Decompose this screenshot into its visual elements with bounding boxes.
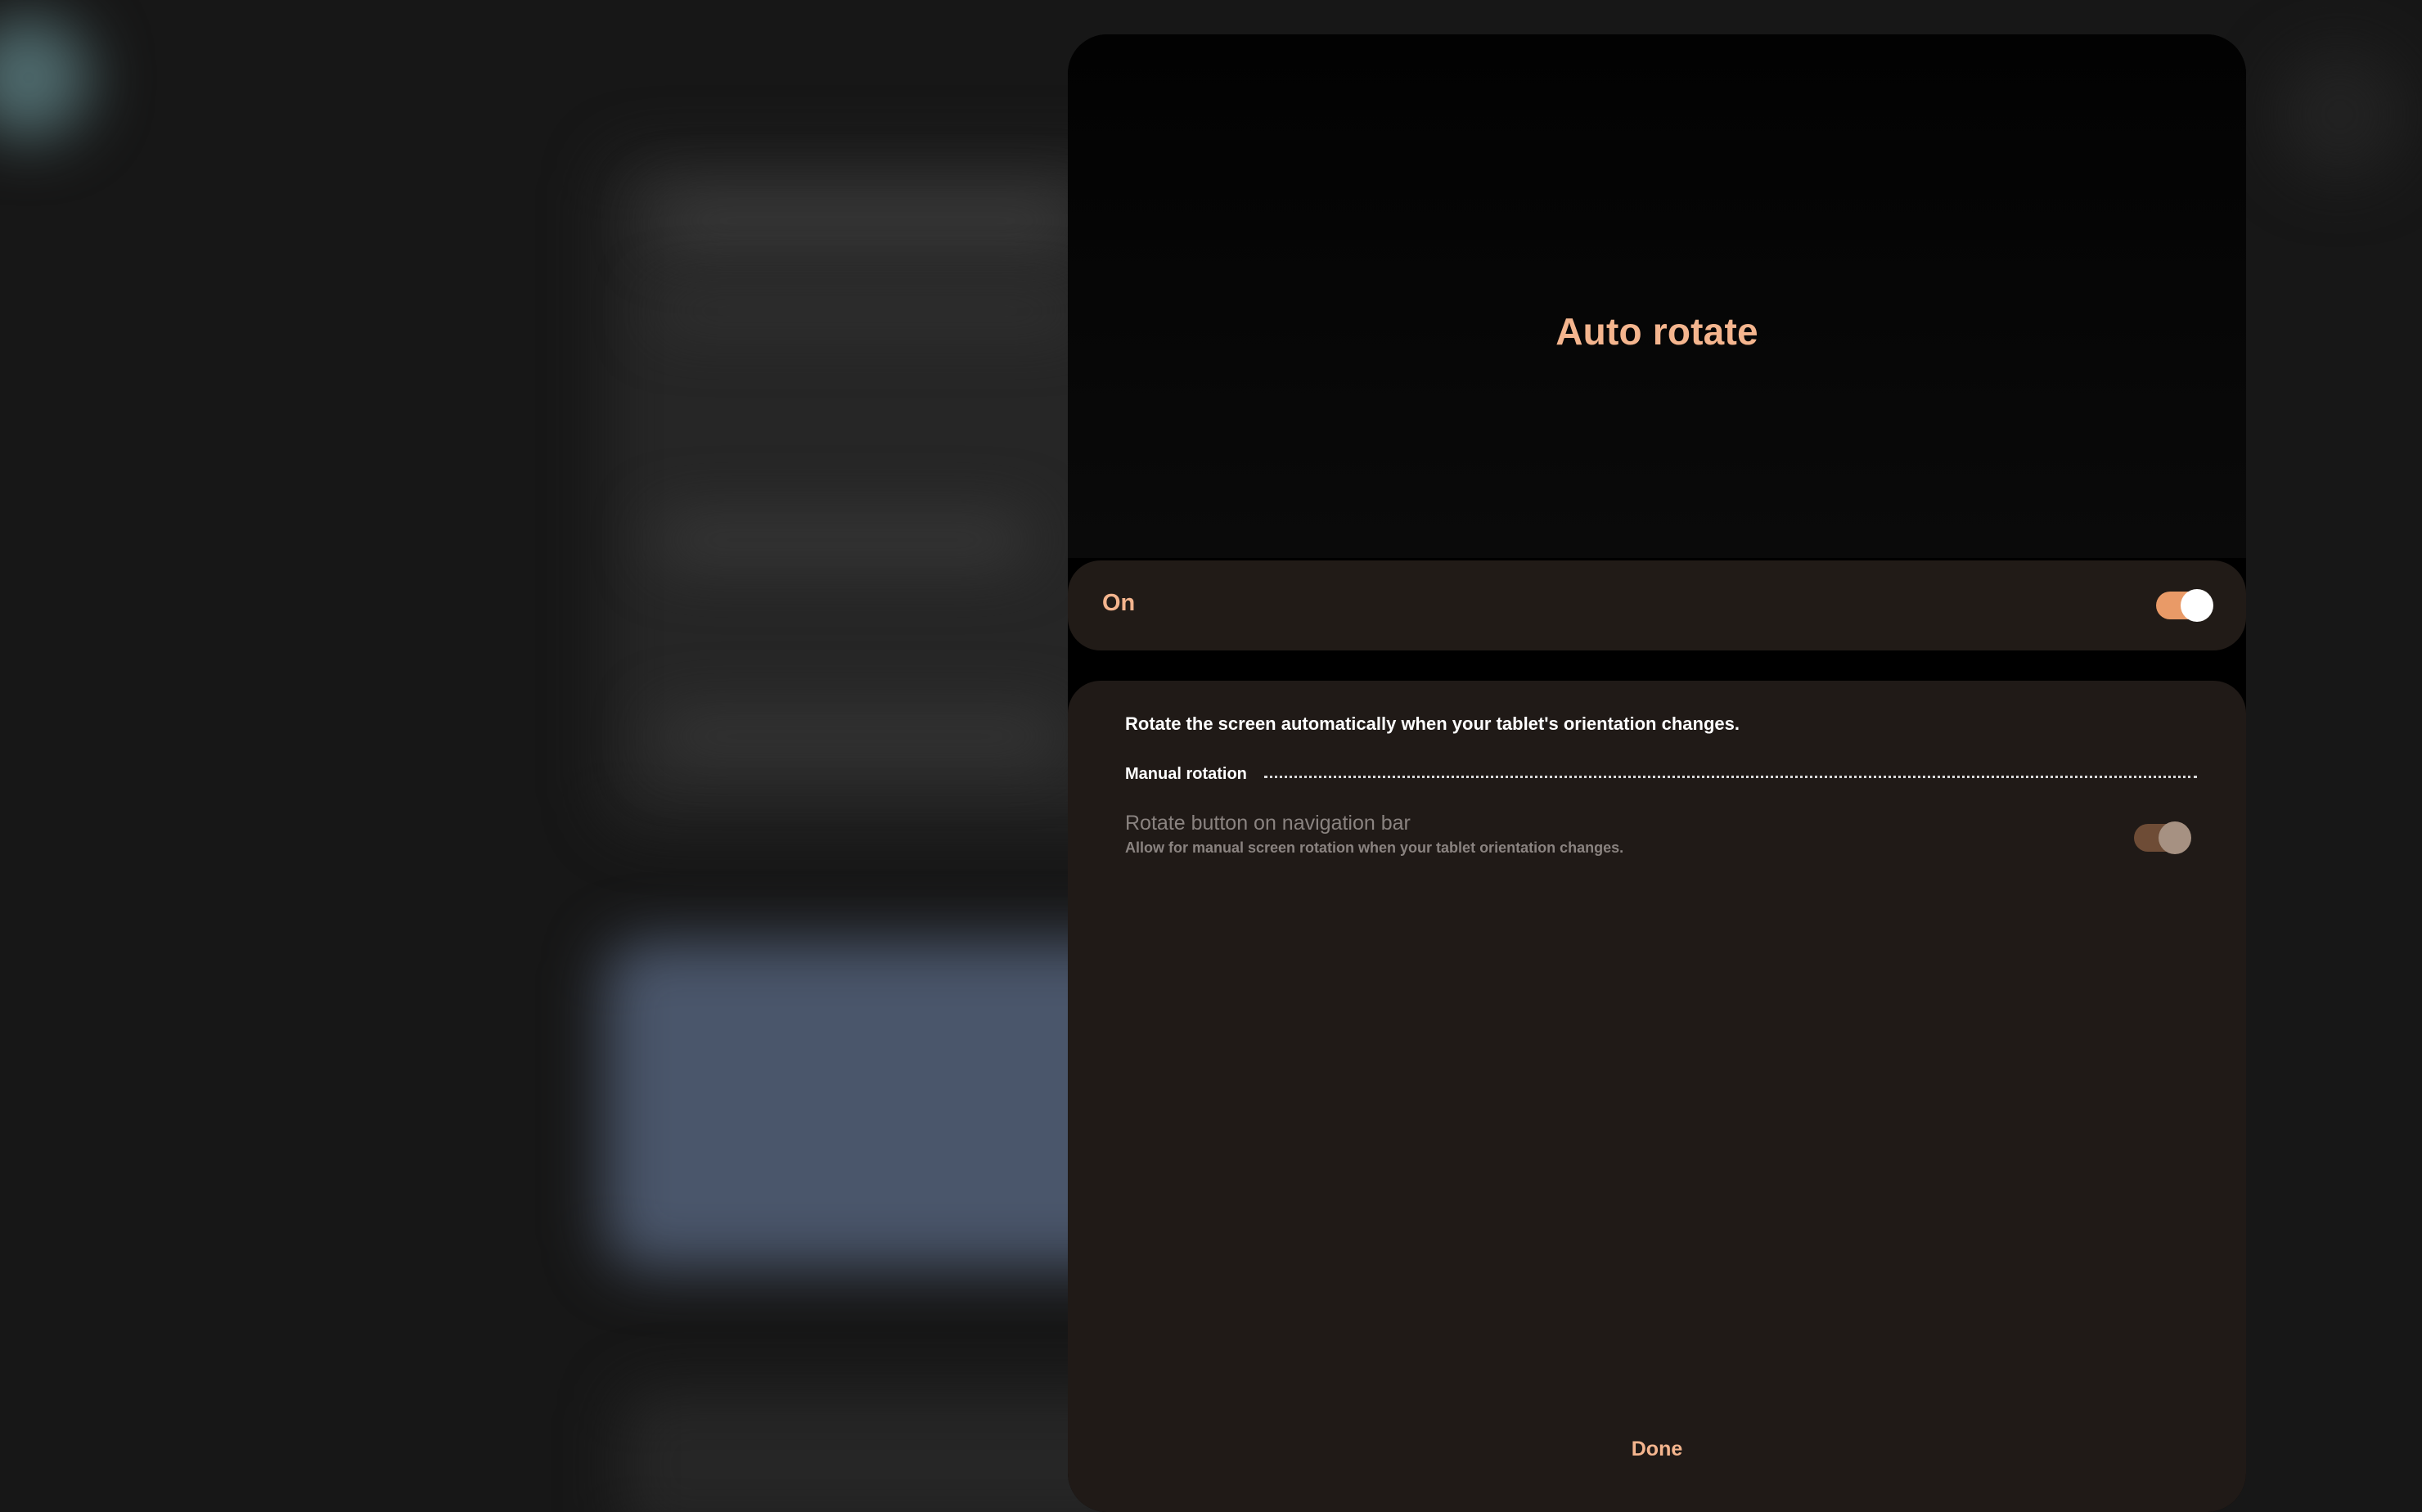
setting-title: Rotate button on navigation bar (1125, 812, 1411, 835)
auto-rotate-toggle[interactable] (2156, 589, 2213, 622)
rotate-button-toggle[interactable] (2134, 821, 2191, 854)
rotate-button-setting-row[interactable]: Rotate button on navigation bar Allow fo… (1125, 810, 2191, 875)
description-text: Rotate the screen automatically when you… (1125, 713, 1740, 734)
master-switch-label: On (1102, 590, 1136, 616)
screen: Auto rotate On Rotate the screen automat… (0, 0, 2422, 1512)
setting-subtitle: Allow for manual screen rotation when yo… (1125, 839, 1624, 856)
master-switch-row[interactable]: On (1068, 560, 2246, 650)
dialog-header: Auto rotate (1068, 34, 2246, 558)
section-header: Manual rotation (1125, 765, 2197, 790)
section-title: Manual rotation (1125, 765, 1247, 783)
background-card (622, 1391, 1146, 1512)
background-placeholder (655, 712, 1064, 761)
done-button[interactable]: Done (1575, 1429, 1739, 1469)
toggle-knob (2181, 589, 2213, 622)
settings-card (1068, 681, 2246, 1512)
dialog-title: Auto rotate (1555, 310, 1758, 353)
background-avatar (0, 16, 90, 139)
background-icon (2275, 49, 2406, 180)
section-divider (1264, 776, 2197, 778)
toggle-knob (2159, 821, 2191, 854)
auto-rotate-dialog: Auto rotate On Rotate the screen automat… (1068, 34, 2246, 1512)
background-placeholder (655, 515, 1031, 565)
background-placeholder (655, 295, 1080, 327)
background-placeholder (655, 196, 1080, 245)
